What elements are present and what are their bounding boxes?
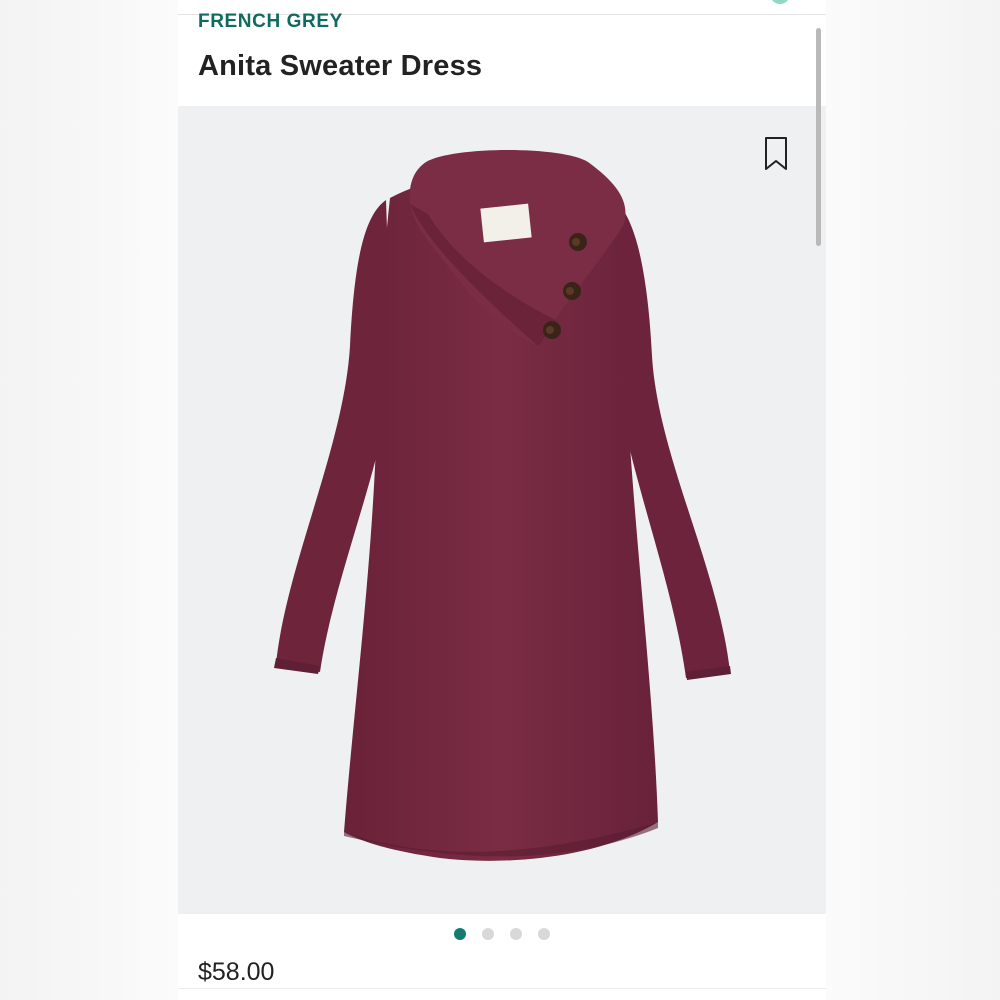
pager-dot-2[interactable] [482, 928, 494, 940]
pager-dot-4[interactable] [538, 928, 550, 940]
bookmark-button[interactable] [762, 136, 790, 172]
right-background [826, 0, 1000, 1000]
brand-name[interactable]: FRENCH GREY [198, 11, 343, 33]
scrollbar[interactable] [816, 28, 821, 246]
product-card: FRENCH GREY Anita Sweater Dress $58.00 [178, 0, 826, 1000]
product-title: Anita Sweater Dress [198, 50, 483, 82]
product-price: $58.00 [198, 958, 275, 986]
left-background [0, 0, 178, 1000]
divider [178, 988, 826, 989]
pager-dot-1[interactable] [454, 928, 466, 940]
pager-dot-3[interactable] [510, 928, 522, 940]
product-image-carousel[interactable] [178, 106, 826, 914]
image-pager [178, 928, 826, 942]
notification-dot [770, 0, 790, 4]
dress-image[interactable] [178, 106, 826, 914]
bookmark-icon [765, 137, 787, 170]
